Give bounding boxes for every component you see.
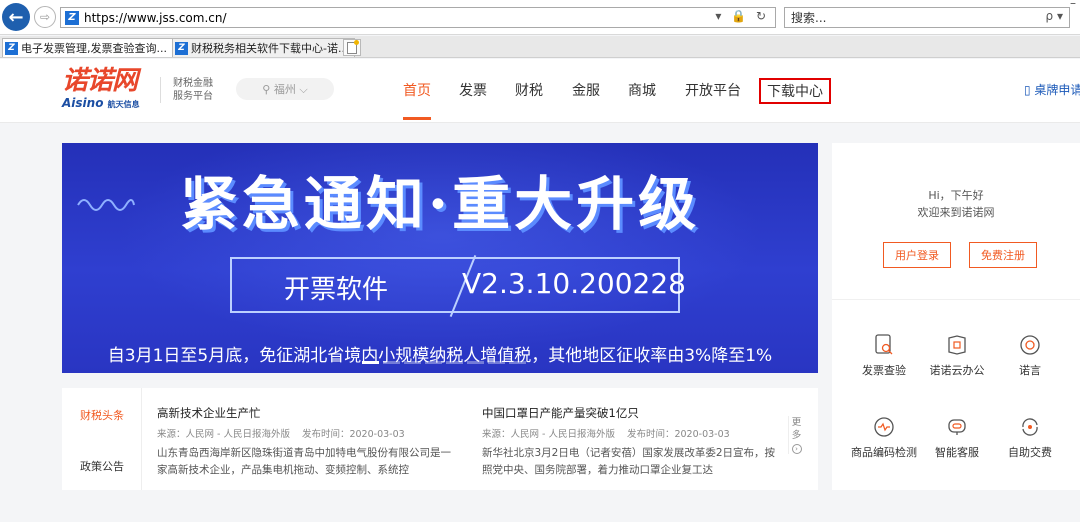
banner-dot[interactable] <box>362 361 379 364</box>
greeting: Hi，下午好 欢迎来到诺诺网 <box>917 189 995 219</box>
login-button[interactable]: 用户登录 <box>883 242 951 268</box>
tab-invoice-management[interactable]: Z 电子发票管理,发票查验查询... × <box>2 38 188 57</box>
url-actions-icon[interactable]: ▾ 🔒 ↻ <box>715 9 769 23</box>
site-favicon-icon: Z <box>65 10 79 25</box>
nav-open-platform[interactable]: 开放平台 <box>685 80 741 100</box>
quick-code-check[interactable]: 商品编码检测 <box>844 415 924 460</box>
user-panel: Hi，下午好 欢迎来到诺诺网 用户登录 免费注册 发票查验 诺诺云办公 诺言 商… <box>832 143 1080 490</box>
url-text: https://www.jss.com.cn/ <box>84 10 227 25</box>
nav-tax[interactable]: 财税 <box>515 80 543 100</box>
forward-button[interactable]: ⇨ <box>34 6 56 28</box>
news-summary: 山东青岛西海岸新区隐珠街道青岛中加特电气股份有限公司是一家高新技术企业，产品集电… <box>157 447 451 476</box>
nav-finance[interactable]: 金服 <box>572 80 600 100</box>
browser-tab-bar: Z 电子发票管理,发票查验查询... × Z 财税税务相关软件下载中心-诺... <box>0 36 1080 58</box>
cloud-office-icon <box>945 333 969 357</box>
search-icon[interactable]: ρ ▾ <box>1046 9 1063 23</box>
nav-download-center[interactable]: 下载中心 <box>759 78 831 104</box>
tab-favicon-icon: Z <box>5 41 18 55</box>
news-meta: 来源：人民网 - 人民日报海外版 发布时间：2020-03-03 <box>482 429 730 440</box>
quick-message[interactable]: 诺言 <box>990 333 1070 378</box>
news-summary: 新华社北京3月2日电（记者安蓓）国家发展改革委2日宣布，按照党中央、国务院部署，… <box>482 447 776 476</box>
new-tab-icon <box>347 39 359 54</box>
message-icon <box>1018 333 1042 357</box>
banner-dot[interactable] <box>383 361 400 364</box>
banner-dot[interactable] <box>425 361 442 364</box>
banner-title: 紧急通知·重大升级 <box>179 170 701 238</box>
banner-pagination <box>362 361 526 364</box>
forward-arrow-icon: ⇨ <box>39 10 51 24</box>
tab-policy-notices[interactable]: 政策公告 <box>62 458 142 474</box>
banner-dot[interactable] <box>404 361 421 364</box>
news-meta: 来源：人民网 - 人民日报海外版 发布时间：2020-03-03 <box>157 429 405 440</box>
code-check-icon <box>872 415 896 439</box>
self-pay-icon <box>1018 415 1042 439</box>
hero-banner[interactable]: 紧急通知·重大升级 开票软件 V2.3.10.200228 自3月1日至5月底，… <box>62 143 818 373</box>
new-tab-button[interactable] <box>343 39 361 56</box>
desk-sign-link[interactable]: ▯ 桌牌申请 <box>1024 81 1080 98</box>
url-input[interactable]: Z https://www.jss.com.cn/ ▾ 🔒 ↻ <box>60 7 776 28</box>
quick-customer-service[interactable]: 智能客服 <box>917 415 997 460</box>
quick-self-pay[interactable]: 自助交费 <box>990 415 1070 460</box>
minimize-button[interactable]: – <box>1070 0 1076 10</box>
register-button[interactable]: 免费注册 <box>969 242 1037 268</box>
nav-invoice[interactable]: 发票 <box>459 80 487 100</box>
nav-mall[interactable]: 商城 <box>628 80 656 100</box>
quick-invoice-check[interactable]: 发票查验 <box>844 333 924 378</box>
nav-home[interactable]: 首页 <box>403 80 431 120</box>
back-button[interactable]: ← <box>2 3 30 31</box>
tab-download-center[interactable]: Z 财税税务相关软件下载中心-诺... <box>172 38 356 57</box>
tab-tax-headlines[interactable]: 财税头条 <box>62 407 142 423</box>
news-title[interactable]: 中国口罩日产能产量突破1亿只 <box>482 405 639 421</box>
invoice-check-icon <box>872 333 896 357</box>
customer-service-icon <box>945 415 969 439</box>
more-news-link[interactable]: 更 多 › <box>788 416 802 454</box>
quick-cloud-office[interactable]: 诺诺云办公 <box>917 333 997 378</box>
news-title[interactable]: 高新技术企业生产忙 <box>157 405 261 421</box>
banner-dot[interactable] <box>446 361 463 364</box>
browser-address-bar: ← ⇨ Z https://www.jss.com.cn/ ▾ 🔒 ↻ 搜索..… <box>0 0 1080 35</box>
banner-dot[interactable] <box>467 361 484 364</box>
news-tabs: 财税头条 政策公告 <box>62 388 142 490</box>
news-section: 财税头条 政策公告 高新技术企业生产忙 来源：人民网 - 人民日报海外版 发布时间… <box>62 388 818 490</box>
banner-version-box: 开票软件 V2.3.10.200228 <box>230 255 686 317</box>
banner-dot[interactable] <box>509 361 526 364</box>
banner-dot[interactable] <box>488 361 505 364</box>
chevron-right-icon: › <box>791 444 802 454</box>
tab-favicon-icon: Z <box>175 41 188 55</box>
back-arrow-icon: ← <box>8 6 24 28</box>
browser-search-input[interactable]: 搜索... ρ ▾ <box>784 7 1070 28</box>
site-header: 诺诺网 Aisino 航天信息 财税金融 服务平台 ⚲ 福州 ⌵ 首页 发票 财… <box>0 59 1080 123</box>
main-nav: 首页 发票 财税 金服 商城 开放平台 下载中心 <box>0 59 1080 123</box>
